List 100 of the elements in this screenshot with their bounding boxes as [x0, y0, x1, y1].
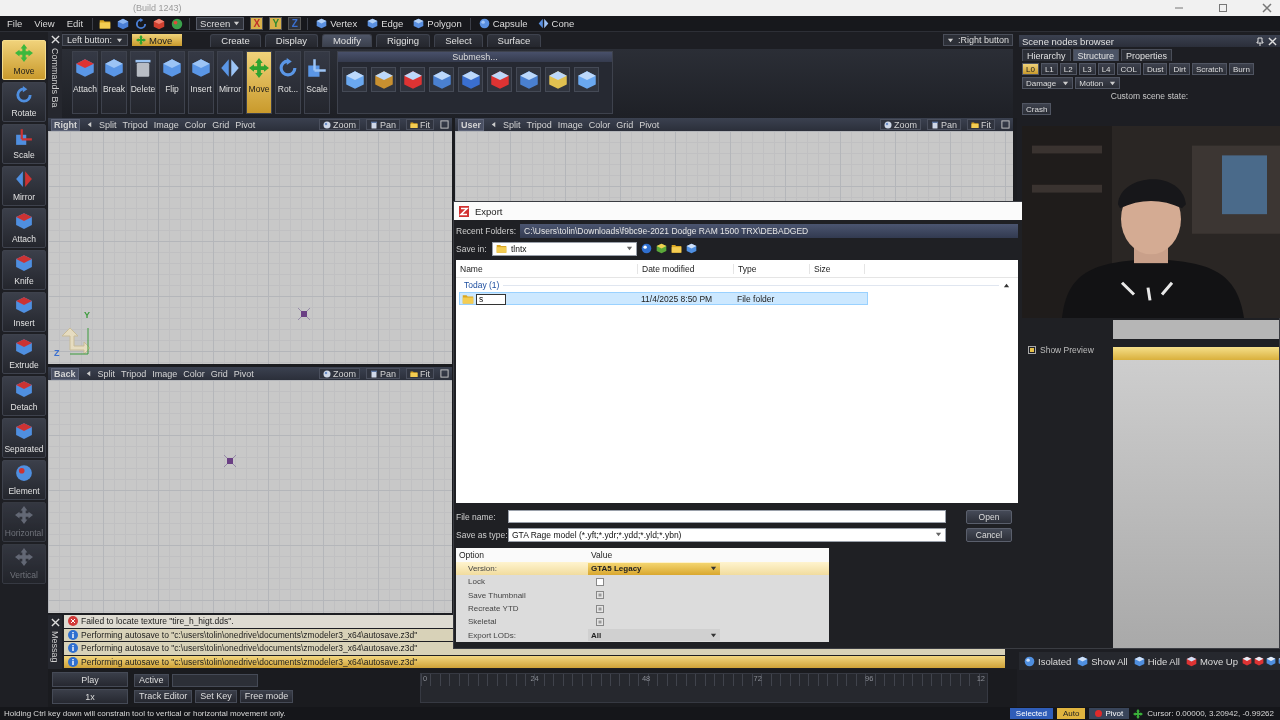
- ribbon-tab[interactable]: Surface: [486, 33, 542, 47]
- viewport-name[interactable]: Back: [51, 367, 79, 380]
- viewport-menu-item[interactable]: Pivot: [233, 368, 254, 379]
- viewport-tool-button[interactable]: Zoom: [318, 119, 360, 130]
- command-button[interactable]: Move: [2, 40, 46, 80]
- open-button[interactable]: Open: [966, 509, 1012, 524]
- status-badge[interactable]: Selected: [1009, 708, 1053, 719]
- viewport-menu-item[interactable]: Split: [97, 368, 116, 379]
- ribbon-tab[interactable]: Display: [264, 33, 318, 47]
- command-button[interactable]: Insert: [2, 292, 46, 332]
- save-type-dropdown[interactable]: GTA Rage model (*.yft;*.ydr;*.ydd;*.yld;*.ybn): [508, 527, 946, 542]
- pin-icon[interactable]: [1256, 36, 1264, 46]
- level-button[interactable]: L2: [1059, 63, 1077, 75]
- ribbon-tab[interactable]: Create: [210, 33, 261, 47]
- browser-tool-button[interactable]: Show All: [1075, 655, 1130, 667]
- recent-folder-dropdown[interactable]: C:\Users\tolin\Downloads\f9bc9e-2021 Dodge RAM 1500 TRX\DEBADGED: [520, 223, 1018, 238]
- viewport-tool-button[interactable]: Fit: [406, 119, 434, 130]
- primitive-button[interactable]: Capsule: [476, 18, 530, 29]
- right-button-dropdown[interactable]: :Right button: [942, 34, 1013, 46]
- menu-item[interactable]: File: [4, 18, 26, 29]
- maximize-icon[interactable]: [1001, 120, 1010, 129]
- checkbox[interactable]: [596, 604, 604, 613]
- level-button[interactable]: L0: [1022, 63, 1039, 75]
- checkbox[interactable]: [596, 617, 604, 626]
- browser-tool-button[interactable]: Isolated: [1022, 655, 1074, 667]
- tool-button[interactable]: Flip: [159, 51, 185, 114]
- tool-button[interactable]: Attach: [72, 51, 98, 114]
- viewport-menu-item[interactable]: Split: [503, 119, 521, 130]
- file-name-field[interactable]: [508, 510, 946, 523]
- cancel-button[interactable]: Cancel: [966, 527, 1012, 542]
- level-button[interactable]: COL: [1116, 63, 1141, 75]
- maximize-icon[interactable]: [440, 120, 449, 129]
- tool-button[interactable]: Delete: [130, 51, 156, 114]
- viewport-menu-item[interactable]: Tripod: [122, 119, 148, 130]
- level-button[interactable]: L3: [1078, 63, 1096, 75]
- browser-tab[interactable]: Properties: [1121, 49, 1173, 61]
- command-button[interactable]: Extrude: [2, 334, 46, 374]
- level-button[interactable]: Scratch: [1191, 63, 1227, 75]
- screen-dropdown[interactable]: Screen: [196, 17, 245, 30]
- level-button[interactable]: Dirt: [1169, 63, 1190, 75]
- save-in-dropdown[interactable]: tlntx: [492, 241, 637, 256]
- up-folder-icon[interactable]: [656, 243, 667, 254]
- folder-icon[interactable]: [99, 17, 112, 30]
- viewport-menu-item[interactable]: Grid: [212, 119, 230, 130]
- viewport-tool-button[interactable]: Pan: [366, 119, 400, 130]
- tool-button[interactable]: Rot...: [275, 51, 301, 114]
- status-badge[interactable]: Pivot: [1089, 708, 1130, 719]
- viewport-tool-button[interactable]: Zoom: [879, 119, 921, 130]
- viewport-menu-item[interactable]: Image: [557, 119, 583, 130]
- command-button[interactable]: Knife: [2, 250, 46, 290]
- timeline-button[interactable]: Set Key: [195, 689, 237, 703]
- tool-button[interactable]: Break: [101, 51, 127, 114]
- tool-button[interactable]: Move: [246, 51, 272, 114]
- viewport-menu-item[interactable]: Split: [99, 119, 117, 130]
- viewport-tool-button[interactable]: Fit: [967, 119, 995, 130]
- status-badge[interactable]: Auto: [1056, 708, 1086, 719]
- viewport-menu-item[interactable]: Image: [152, 368, 178, 379]
- tool-button[interactable]: Insert: [188, 51, 214, 114]
- browser-tab[interactable]: Structure: [1072, 49, 1120, 61]
- viewport-tool-button[interactable]: Pan: [366, 368, 400, 379]
- timeline-button[interactable]: Track Editor: [134, 689, 193, 703]
- option-row[interactable]: Version: GTA5 Legacy: [456, 562, 829, 576]
- option-row[interactable]: Export LODs: All: [456, 628, 829, 642]
- viewport-menu-item[interactable]: Pivot: [639, 119, 660, 130]
- level-button[interactable]: Burn: [1229, 63, 1254, 75]
- selection-mode-button[interactable]: Polygon: [411, 18, 464, 29]
- viewport-menu-item[interactable]: Tripod: [526, 119, 552, 130]
- viewport-menu-item[interactable]: Color: [184, 119, 207, 130]
- column-header[interactable]: Type: [734, 263, 810, 274]
- sphere-icon[interactable]: [171, 17, 184, 30]
- file-row[interactable]: s 11/4/2025 8:50 PM File folder: [459, 292, 868, 305]
- ribbon-tab[interactable]: Rigging: [375, 33, 431, 47]
- message-row[interactable]: Performing autosave to "c:\users\tolin\onedrive\documents\zmodeler3_x64\autosave.z3d": [64, 655, 1005, 668]
- viewport-menu-item[interactable]: Pivot: [235, 119, 256, 130]
- show-preview-checkbox[interactable]: Show Preview: [1028, 345, 1113, 355]
- new-folder-icon[interactable]: [671, 243, 682, 254]
- ribbon-tab[interactable]: Modify: [321, 33, 372, 47]
- tool-button[interactable]: Scale: [304, 51, 330, 114]
- left-button-dropdown[interactable]: Left button:: [62, 34, 129, 46]
- checkbox[interactable]: [596, 577, 604, 586]
- menu-item[interactable]: Edit: [63, 18, 87, 29]
- option-row[interactable]: Lock: [456, 575, 829, 589]
- selection-mode-button[interactable]: Edge: [365, 18, 406, 29]
- maximize-icon[interactable]: [1218, 3, 1228, 13]
- option-dropdown[interactable]: GTA5 Legacy: [588, 562, 720, 575]
- active-toggle[interactable]: Active: [134, 673, 169, 687]
- state-button[interactable]: Crash: [1022, 103, 1052, 115]
- option-row[interactable]: Skeletal: [456, 615, 829, 629]
- level-button[interactable]: Dust: [1143, 63, 1168, 75]
- timeline-button[interactable]: Free mode: [239, 689, 294, 703]
- play-button[interactable]: Play: [52, 672, 128, 687]
- view-menu-icon[interactable]: [686, 243, 697, 254]
- command-button[interactable]: Mirror: [2, 166, 46, 206]
- browser-tab[interactable]: Hierarchy: [1022, 49, 1071, 61]
- viewport-menu-item[interactable]: Color: [183, 368, 205, 379]
- maximize-icon[interactable]: [440, 369, 449, 378]
- viewport-menu-item[interactable]: Grid: [210, 368, 228, 379]
- rotate-arrow-icon[interactable]: [135, 17, 148, 30]
- column-header[interactable]: Date modified: [638, 263, 734, 274]
- command-button[interactable]: Element: [2, 460, 46, 500]
